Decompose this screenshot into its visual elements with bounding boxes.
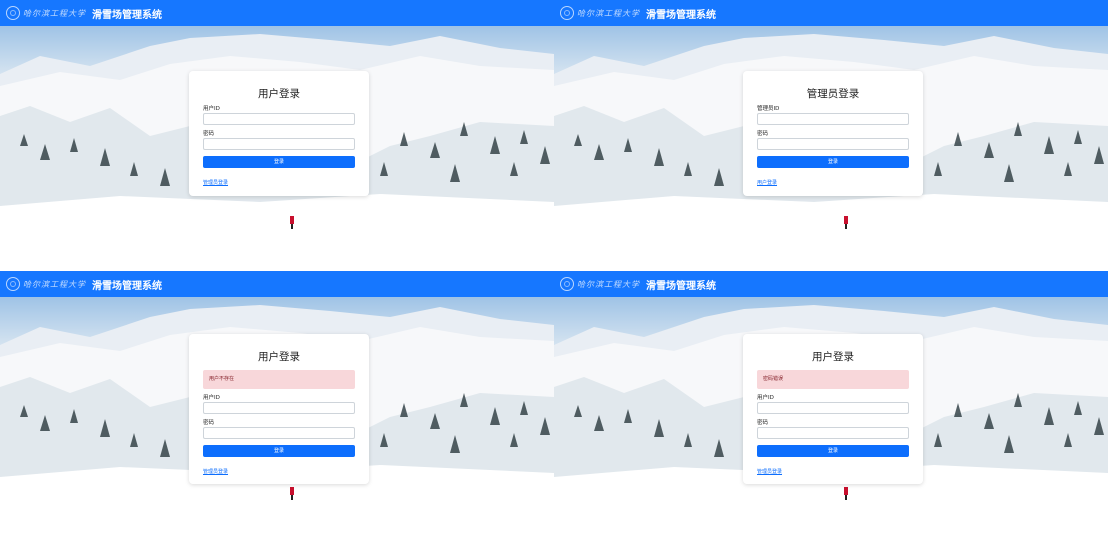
user-id-input[interactable] [203, 402, 355, 414]
logo-script: 哈尔滨工程大学 [23, 8, 86, 18]
form-title: 用户登录 [812, 351, 854, 363]
password-input[interactable] [203, 138, 355, 150]
login-card: 用户登录 密码错误 用户ID 密码 登录 管理员登录 [743, 334, 923, 484]
login-button[interactable]: 登录 [757, 156, 909, 168]
seal-icon [6, 277, 20, 291]
login-panel-user-not-found: 哈尔滨工程大学 滑雪场管理系统 用户登录 用户不存在 用户ID 密码 登录 管理… [0, 271, 554, 535]
password-input[interactable] [757, 427, 909, 439]
password-input[interactable] [203, 427, 355, 439]
login-panel-admin: 哈尔滨工程大学 滑雪场管理系统 管理员登录 管理员ID 密码 登录 用户登录 [554, 0, 1108, 264]
form-title: 用户登录 [258, 88, 300, 100]
password-label: 密码 [203, 131, 215, 137]
seal-icon [560, 277, 574, 291]
user-id-label: 用户ID [203, 395, 220, 401]
navbar: 哈尔滨工程大学 滑雪场管理系统 [554, 0, 1108, 26]
login-card: 用户登录 用户不存在 用户ID 密码 登录 管理员登录 [189, 334, 369, 484]
form-title: 用户登录 [258, 351, 300, 363]
logo-script: 哈尔滨工程大学 [577, 8, 640, 18]
navbar: 哈尔滨工程大学 滑雪场管理系统 [554, 271, 1108, 297]
university-logo[interactable]: 哈尔滨工程大学 [560, 274, 640, 294]
app-title[interactable]: 滑雪场管理系统 [92, 277, 162, 292]
admin-id-label: 管理员ID [757, 106, 780, 112]
seal-icon [560, 6, 574, 20]
screenshot-grid: 哈尔滨工程大学 滑雪场管理系统 用户登录 用户ID 密码 登录 管理员登录 哈尔… [0, 0, 1108, 538]
university-logo[interactable]: 哈尔滨工程大学 [6, 3, 86, 23]
seal-icon [6, 6, 20, 20]
app-title[interactable]: 滑雪场管理系统 [92, 6, 162, 21]
login-card: 管理员登录 管理员ID 密码 登录 用户登录 [743, 71, 923, 196]
password-label: 密码 [757, 131, 769, 137]
admin-login-link[interactable]: 管理员登录 [757, 468, 782, 475]
university-logo[interactable]: 哈尔滨工程大学 [6, 274, 86, 294]
university-logo[interactable]: 哈尔滨工程大学 [560, 3, 640, 23]
app-title[interactable]: 滑雪场管理系统 [646, 277, 716, 292]
logo-script: 哈尔滨工程大学 [577, 279, 640, 289]
admin-login-link[interactable]: 管理员登录 [203, 468, 228, 475]
error-alert: 密码错误 [757, 370, 909, 389]
user-id-label: 用户ID [757, 395, 774, 401]
admin-login-link[interactable]: 管理员登录 [203, 179, 228, 186]
login-button[interactable]: 登录 [757, 445, 909, 457]
password-input[interactable] [757, 138, 909, 150]
password-label: 密码 [203, 420, 215, 426]
app-title[interactable]: 滑雪场管理系统 [646, 6, 716, 21]
password-label: 密码 [757, 420, 769, 426]
login-card: 用户登录 用户ID 密码 登录 管理员登录 [189, 71, 369, 196]
user-id-label: 用户ID [203, 106, 220, 112]
form-title: 管理员登录 [806, 88, 860, 100]
login-button[interactable]: 登录 [203, 445, 355, 457]
user-id-input[interactable] [757, 402, 909, 414]
error-alert: 用户不存在 [203, 370, 355, 389]
login-button[interactable]: 登录 [203, 156, 355, 168]
logo-script: 哈尔滨工程大学 [23, 279, 86, 289]
admin-id-input[interactable] [757, 113, 909, 125]
navbar: 哈尔滨工程大学 滑雪场管理系统 [0, 0, 554, 26]
login-panel-wrong-password: 哈尔滨工程大学 滑雪场管理系统 用户登录 密码错误 用户ID 密码 登录 管理员… [554, 271, 1108, 535]
user-login-link[interactable]: 用户登录 [757, 179, 777, 186]
user-id-input[interactable] [203, 113, 355, 125]
login-panel-user: 哈尔滨工程大学 滑雪场管理系统 用户登录 用户ID 密码 登录 管理员登录 [0, 0, 554, 264]
navbar: 哈尔滨工程大学 滑雪场管理系统 [0, 271, 554, 297]
